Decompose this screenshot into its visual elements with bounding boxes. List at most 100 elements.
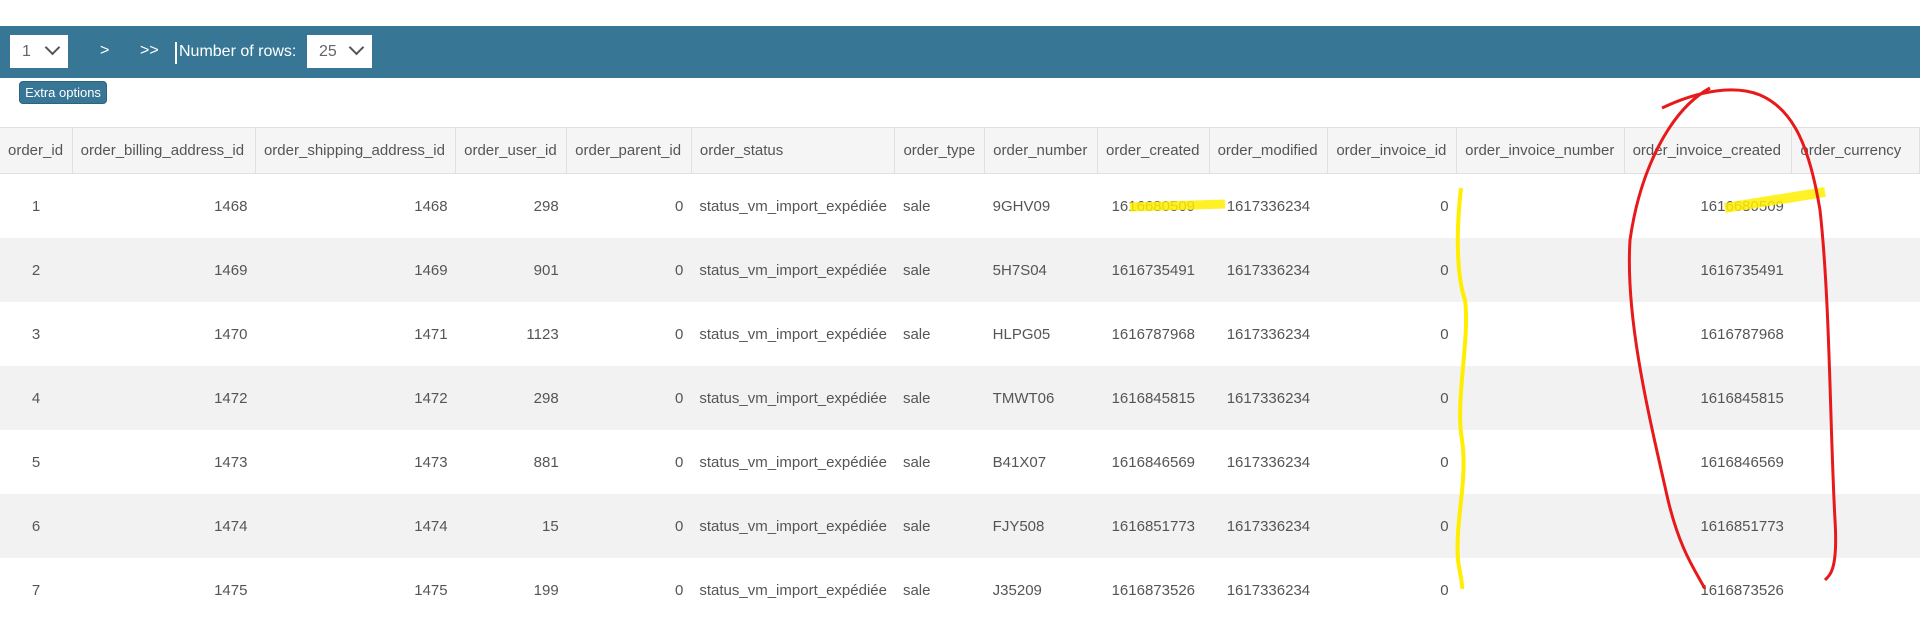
column-header-order-number[interactable]: order_number xyxy=(984,127,1099,174)
column-header-order-status[interactable]: order_status xyxy=(691,127,896,174)
cell-order-parent-id: 0 xyxy=(675,453,684,471)
cell-order-invoice-number xyxy=(1457,558,1624,622)
column-header-order-invoice-number[interactable]: order_invoice_number xyxy=(1456,127,1625,174)
cell-order-user-id: 881 xyxy=(533,453,559,471)
cell-order-type: sale xyxy=(894,238,985,302)
cell-order-user-id: 901 xyxy=(455,238,567,302)
cell-order-shipping-address-id: 1475 xyxy=(414,581,448,599)
cell-order-invoice-number xyxy=(1456,366,1625,430)
cell-order-number: B41X07 xyxy=(992,453,1047,471)
cell-order-modified: 1617336234 xyxy=(1226,453,1311,471)
rows-per-page-select[interactable]: 25 xyxy=(307,35,372,68)
cell-order-parent-id: 0 xyxy=(566,366,692,430)
cell-order-invoice-number xyxy=(1457,302,1624,366)
cell-order-currency xyxy=(1792,302,1920,366)
cell-order-created: 1616851773 xyxy=(1097,494,1210,558)
column-header-order-user-id[interactable]: order_user_id xyxy=(455,127,568,174)
cell-order-currency xyxy=(1792,558,1920,622)
cell-order-created: 1616873526 xyxy=(1111,581,1196,599)
cell-order-created: 1616845815 xyxy=(1097,366,1210,430)
cell-order-user-id: 1123 xyxy=(526,325,559,343)
cell-order-user-id: 298 xyxy=(533,197,559,215)
cell-order-currency xyxy=(1791,238,1920,302)
cell-order-status: status_vm_import_expédiée xyxy=(699,581,887,599)
column-header-order-parent-id[interactable]: order_parent_id xyxy=(566,127,692,174)
cell-order-modified: 1617336234 xyxy=(1209,494,1328,558)
cell-order-number: FJY508 xyxy=(984,494,1098,558)
column-header-order-modified[interactable]: order_modified xyxy=(1209,127,1329,174)
column-header-order-created[interactable]: order_created xyxy=(1097,127,1210,174)
cell-order-currency xyxy=(1792,174,1920,239)
table-row[interactable]: 7 1475 1475 199 0 status_vm_import_expédiée sa… xyxy=(0,558,1920,622)
cell-order-invoice-id: 0 xyxy=(1440,453,1449,471)
cell-order-invoice-created: 1616845815 xyxy=(1624,366,1792,430)
cell-order-invoice-created: 1616787968 xyxy=(1700,325,1784,343)
cell-order-type: sale xyxy=(902,197,931,215)
cell-order-invoice-id: 0 xyxy=(1440,581,1449,599)
table-row[interactable]: 4 1472 1472 298 0 status_vm_import_expédiée sa… xyxy=(0,366,1920,430)
cell-order-parent-id: 0 xyxy=(566,238,692,302)
column-header-order-billing-address-id[interactable]: order_billing_address_id xyxy=(72,127,256,174)
cell-order-invoice-number xyxy=(1456,494,1625,558)
column-header-order-type[interactable]: order_type xyxy=(894,127,986,174)
table-row[interactable]: 2 1469 1469 901 0 status_vm_import_expédiée sa… xyxy=(0,238,1920,302)
cell-order-user-id: 15 xyxy=(455,494,567,558)
cell-order-invoice-id: 0 xyxy=(1440,325,1449,343)
page-select[interactable]: 1 xyxy=(10,35,68,68)
cell-order-currency xyxy=(1791,366,1920,430)
column-header-order-shipping-address-id[interactable]: order_shipping_address_id xyxy=(255,127,457,174)
cell-order-billing-address-id: 1472 xyxy=(72,366,256,430)
cell-order-shipping-address-id: 1473 xyxy=(414,453,448,471)
next-page-button[interactable]: > xyxy=(100,42,109,60)
cell-order-status: status_vm_import_expédiée xyxy=(691,238,895,302)
cell-order-status: status_vm_import_expédiée xyxy=(691,494,895,558)
cell-order-billing-address-id: 1468 xyxy=(214,197,248,215)
cell-order-modified: 1617336234 xyxy=(1226,581,1311,599)
cell-order-currency xyxy=(1792,430,1920,494)
chevron-down-icon xyxy=(44,39,61,56)
cell-order-invoice-id: 0 xyxy=(1440,197,1449,215)
cell-order-modified: 1617336234 xyxy=(1226,325,1311,343)
cell-order-shipping-address-id: 1471 xyxy=(414,325,448,343)
cell-order-invoice-created: 1616851773 xyxy=(1624,494,1792,558)
column-header-order-invoice-id[interactable]: order_invoice_id xyxy=(1327,127,1458,174)
rows-select-value: 25 xyxy=(319,42,337,60)
table-row[interactable]: 6 1474 1474 15 0 status_vm_import_expédiée sal… xyxy=(0,494,1920,558)
orders-table: order_id order_billing_address_id order_sh… xyxy=(0,127,1920,622)
cell-order-number: 9GHV09 xyxy=(992,197,1051,215)
last-page-button[interactable]: >> xyxy=(140,42,159,60)
cell-order-number: J35209 xyxy=(992,581,1042,599)
cell-order-created: 1616680509 xyxy=(1111,197,1196,215)
cell-order-invoice-id: 0 xyxy=(1327,494,1457,558)
cell-order-type: sale xyxy=(902,581,931,599)
cell-order-billing-address-id: 1470 xyxy=(214,325,248,343)
cell-order-status: status_vm_import_expédiée xyxy=(691,366,895,430)
cell-order-invoice-created: 1616735491 xyxy=(1624,238,1792,302)
table-row[interactable]: 5 1473 1473 881 0 status_vm_import_expédiée sa… xyxy=(0,430,1920,494)
table-row[interactable]: 3 1470 1471 1123 0 status_vm_import_expédiée s… xyxy=(0,302,1920,366)
cell-order-shipping-address-id: 1474 xyxy=(255,494,456,558)
cell-order-number: 5H7S04 xyxy=(984,238,1098,302)
page-select-value: 1 xyxy=(22,42,31,60)
column-header-order-invoice-created[interactable]: order_invoice_created xyxy=(1624,127,1793,174)
cell-order-type: sale xyxy=(902,325,931,343)
column-header-order-id[interactable]: order_id xyxy=(0,127,73,174)
cell-order-billing-address-id: 1473 xyxy=(214,453,248,471)
cell-order-user-id: 298 xyxy=(455,366,567,430)
cell-order-parent-id: 0 xyxy=(675,581,684,599)
cell-order-created: 1616735491 xyxy=(1097,238,1210,302)
cell-order-invoice-number xyxy=(1457,174,1624,239)
cell-order-modified: 1617336234 xyxy=(1209,366,1328,430)
column-header-order-currency[interactable]: order_currency xyxy=(1791,127,1920,174)
table-row[interactable]: 1 1468 1468 298 0 status_vm_import_expédiée sa… xyxy=(0,174,1920,239)
table-header: order_id order_billing_address_id order_sh… xyxy=(0,127,1920,174)
rows-label: Number of rows: xyxy=(175,42,296,64)
pagination-toolbar: 1 > >> Number of rows: 25 xyxy=(0,26,1920,78)
cell-order-type: sale xyxy=(902,453,931,471)
cell-order-invoice-created: 1616680509 xyxy=(1700,197,1784,215)
cell-order-id: 4 xyxy=(0,366,73,430)
extra-options-button[interactable]: Extra options xyxy=(19,81,107,104)
cell-order-type: sale xyxy=(894,494,985,558)
cell-order-parent-id: 0 xyxy=(566,494,692,558)
cell-order-created: 1616846569 xyxy=(1111,453,1196,471)
